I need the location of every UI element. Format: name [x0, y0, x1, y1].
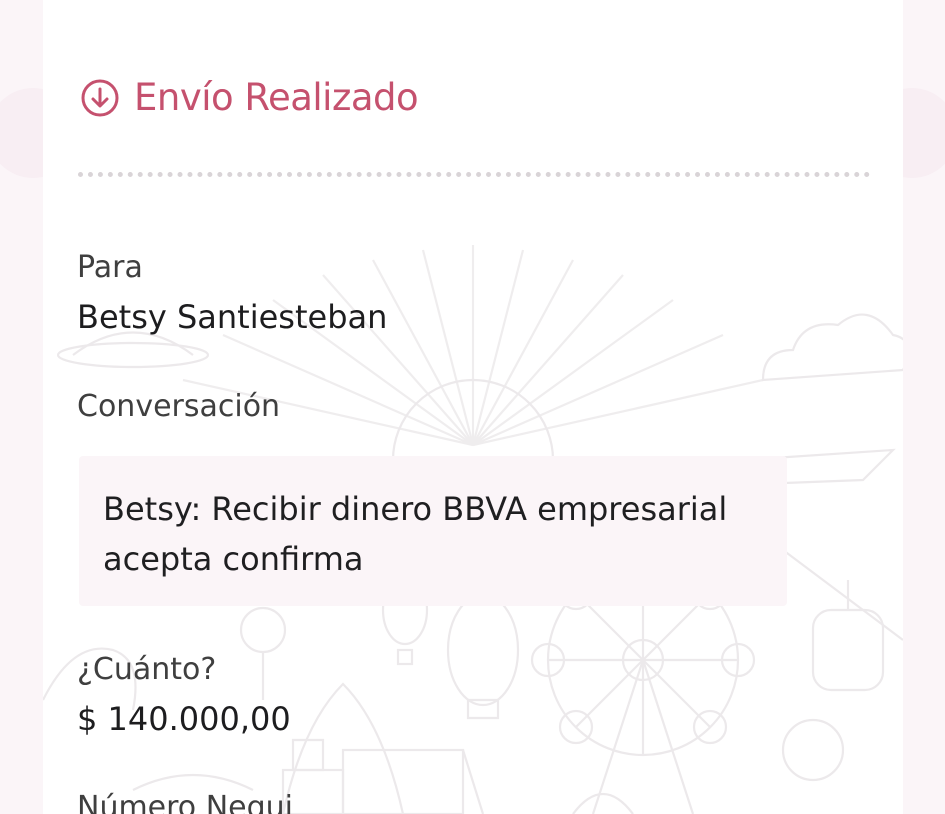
amount-label: ¿Cuánto?: [77, 652, 217, 687]
receipt-card: Envío Realizado Para Betsy Santiesteban …: [43, 0, 903, 814]
recipient-name: Betsy Santiesteban: [77, 298, 388, 336]
receipt-screen: Envío Realizado Para Betsy Santiesteban …: [0, 0, 945, 814]
status-title: Envío Realizado: [134, 76, 419, 119]
arrow-down-circle-icon: [81, 79, 119, 116]
recipient-label: Para: [77, 250, 143, 285]
amount-value: $ 140.000,00: [77, 700, 291, 738]
conversation-message-box: Betsy: Recibir dinero BBVA empresarial a…: [79, 456, 787, 606]
nequi-number-label: Número Nequi: [77, 790, 293, 814]
conversation-label: Conversación: [77, 389, 281, 424]
status-header: Envío Realizado: [80, 76, 419, 119]
dotted-divider: [78, 172, 870, 177]
conversation-message: Betsy: Recibir dinero BBVA empresarial a…: [103, 490, 728, 578]
